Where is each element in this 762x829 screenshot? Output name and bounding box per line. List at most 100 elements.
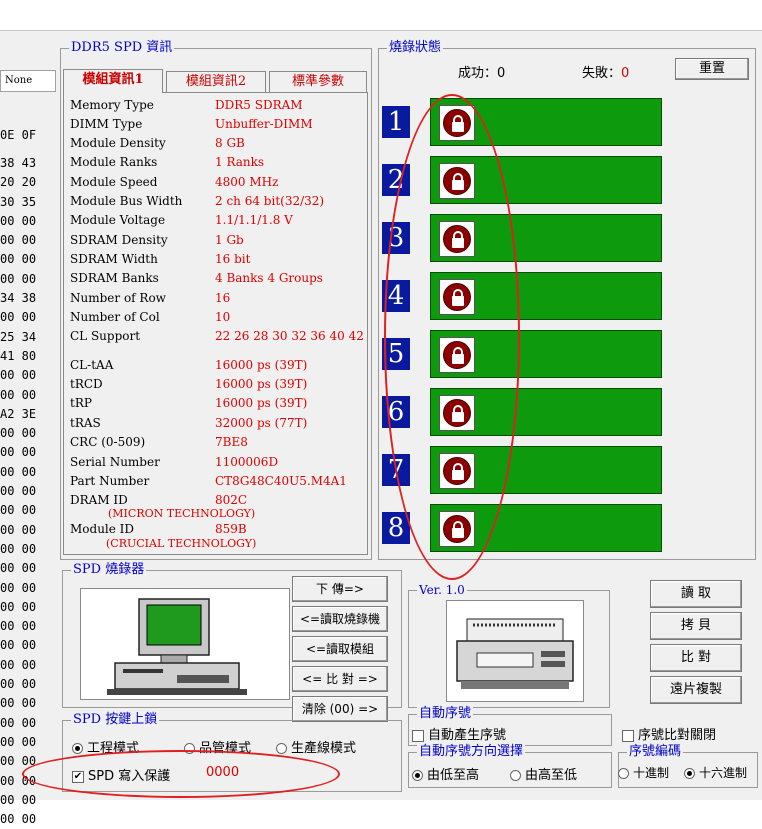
slot-status-bar <box>430 330 662 378</box>
serial-compare-close-label: 序號比對關閉 <box>638 728 717 743</box>
module-info-value: Unbuffer-DIMM <box>215 117 313 131</box>
read-button[interactable]: 讀 取 <box>650 580 742 608</box>
hex-row: 00 00 <box>0 792 37 807</box>
hex-row: 00 00 <box>0 426 37 441</box>
spd-write-protect[interactable]: ✔ SPD 寫入保護 <box>72 765 170 784</box>
module-info-value: 10 <box>215 310 231 324</box>
checkbox-icon <box>622 729 634 742</box>
hex-rows: 38 43 20 20 30 35 00 00 00 00 00 00 00 00 34 38… <box>0 154 36 829</box>
module-info-label: CRC (0-509) <box>70 435 146 449</box>
programmer-illustration <box>446 600 584 702</box>
module-info-value: 16000 ps (39T) <box>215 358 308 372</box>
unlock-icon[interactable] <box>439 163 475 199</box>
unlock-icon[interactable] <box>439 395 475 431</box>
success-count: 成功：0 <box>458 66 506 81</box>
module-info-value: 16000 ps (39T) <box>215 377 308 391</box>
slot-status-bar <box>430 214 662 262</box>
module-info-label: DIMM Type <box>70 117 143 131</box>
unlock-icon[interactable] <box>439 279 475 315</box>
slot-number: 1 <box>382 106 410 138</box>
direction-high-to-low[interactable]: 由高至低 <box>510 764 577 783</box>
module-info-label: Memory Type <box>70 98 154 112</box>
slot-number: 7 <box>382 454 410 486</box>
spd-burner-title: SPD 燒錄器 <box>71 562 147 578</box>
mode-production-label: 生產線模式 <box>291 741 357 756</box>
hex-row: 00 00 <box>0 464 37 479</box>
hex-row: 00 00 <box>0 561 37 576</box>
unlock-icon[interactable] <box>439 337 475 373</box>
module-info-value: 8 GB <box>215 136 245 150</box>
hex-source-select[interactable]: None <box>0 70 56 92</box>
radio-icon <box>276 743 287 754</box>
unlock-icon[interactable] <box>439 105 475 141</box>
lock-body <box>452 412 464 422</box>
radio-icon <box>618 768 629 779</box>
download-button[interactable]: 下 傳=> <box>292 576 388 602</box>
module-info-label: SDRAM Banks <box>70 271 159 285</box>
module-info-value: 1100006D <box>215 455 279 469</box>
fail-value: 0 <box>621 66 630 81</box>
clear-button[interactable]: 清除 (00) => <box>292 696 388 722</box>
direction-low-to-high[interactable]: 由低至高 <box>412 764 479 783</box>
radio-icon <box>72 743 83 754</box>
unlock-icon[interactable] <box>439 511 475 547</box>
module-info-label: tRP <box>70 396 92 410</box>
hex-row: 00 00 <box>0 541 37 556</box>
copy-button[interactable]: 拷 貝 <box>650 612 742 640</box>
lock-body <box>452 528 464 538</box>
lock-disc <box>443 225 471 253</box>
fail-count: 失敗：0 <box>582 62 629 81</box>
module-info-value: 2 ch 64 bit(32/32) <box>215 194 325 208</box>
computer-icon <box>107 598 247 695</box>
module-info-value: 1 Gb <box>215 233 244 247</box>
hex-row: 00 00 <box>0 677 37 692</box>
hex-row: 00 00 <box>0 580 37 595</box>
burn-status-title: 燒錄狀態 <box>387 40 444 56</box>
auto-generate-serial[interactable]: 自動產生序號 <box>412 724 506 743</box>
read-burner-button[interactable]: <=讀取燒錄機 <box>292 606 388 632</box>
slot-number: 3 <box>382 222 410 254</box>
encoding-decimal[interactable]: 十進制 <box>618 764 669 781</box>
programmer-device-icon <box>456 618 574 689</box>
radio-icon <box>510 770 521 781</box>
hex-row: 00 00 <box>0 271 37 286</box>
reset-button[interactable]: 重置 <box>675 58 749 80</box>
module-info-label: tRCD <box>70 377 103 391</box>
fail-label: 失敗： <box>582 66 622 81</box>
direction-title: 自動序號方向選擇 <box>417 744 526 760</box>
module-info-value: 1.1/1.1/1.8 V <box>215 213 293 227</box>
read-module-button[interactable]: <=讀取模組 <box>292 636 388 662</box>
unlock-icon[interactable] <box>439 453 475 489</box>
lock-body <box>452 296 464 306</box>
hex-row: 00 00 <box>0 599 37 614</box>
module-info-value: 16 <box>215 291 231 305</box>
unlock-icon[interactable] <box>439 221 475 257</box>
encoding-decimal-label: 十進制 <box>633 766 670 780</box>
encoding-hex[interactable]: 十六進制 <box>684 764 747 781</box>
module-info-label: Number of Row <box>70 291 166 305</box>
module-info-value: 7BE8 <box>215 435 248 449</box>
verify-button[interactable]: 比 對 <box>650 644 742 672</box>
module-info-value: 16000 ps (39T) <box>215 396 308 410</box>
module-info-value: 4 Banks 4 Groups <box>215 271 323 285</box>
mode-engineering[interactable]: 工程模式 <box>72 737 139 756</box>
mode-qc-label: 品管模式 <box>199 741 252 756</box>
mode-production[interactable]: 生產線模式 <box>276 737 356 756</box>
checkbox-checked-icon: ✔ <box>72 770 84 783</box>
module-info-label: Number of Col <box>70 310 160 324</box>
slot-number: 5 <box>382 338 410 370</box>
tab-standard-params[interactable]: 標準參數 <box>269 71 367 93</box>
mode-engineering-label: 工程模式 <box>87 741 140 756</box>
encoding-hex-label: 十六進制 <box>699 766 748 780</box>
tab-module-info-2[interactable]: 模組資訊2 <box>166 71 266 93</box>
direction-high-to-low-label: 由高至低 <box>525 768 578 783</box>
tab-module-info-1[interactable]: 模組資訊1 <box>63 69 163 93</box>
mode-qc[interactable]: 品管模式 <box>184 737 251 756</box>
module-info-label: CL Support <box>70 329 141 343</box>
serial-compare-close[interactable]: 序號比對關閉 <box>622 724 716 743</box>
lock-disc <box>443 283 471 311</box>
remote-copy-button[interactable]: 遠片複製 <box>650 676 742 704</box>
compare-button[interactable]: <= 比 對 => <box>292 666 388 692</box>
hex-row: 00 00 <box>0 387 37 402</box>
hex-row: 00 00 <box>0 310 37 325</box>
